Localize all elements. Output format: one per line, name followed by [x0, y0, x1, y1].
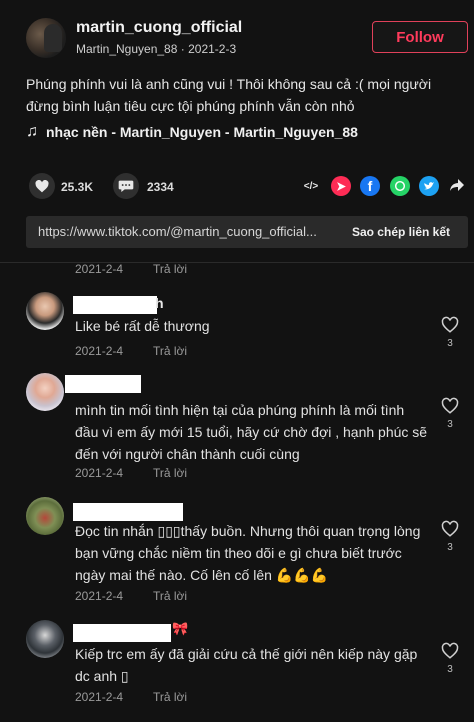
author-username[interactable]: martin_cuong_official [76, 19, 242, 37]
divider [0, 262, 474, 263]
meta-separator: · [180, 42, 185, 56]
commenter-avatar[interactable] [26, 497, 64, 535]
commenter-name-redacted[interactable] [73, 503, 183, 521]
music-note-icon: ♫ [26, 123, 38, 140]
comment-text: Like bé rất dễ thương [75, 318, 210, 334]
comment-icon [118, 180, 134, 192]
heart-icon[interactable] [441, 316, 459, 334]
reply-button[interactable]: Trả lời [153, 344, 187, 358]
post-date: 2021-2-3 [188, 42, 237, 56]
music-link[interactable]: ♫ nhạc nền - Martin_Nguyen - Martin_Nguy… [26, 123, 358, 141]
commenter-avatar[interactable] [26, 373, 64, 411]
post-meta: Martin_Nguyen_88 · 2021-2-3 [76, 42, 236, 56]
commenter-avatar[interactable] [26, 292, 64, 330]
comment-like-count: 3 [447, 542, 453, 553]
reply-button[interactable]: Trả lời [153, 466, 187, 480]
commenter-name-redacted[interactable] [73, 296, 157, 314]
reply-button[interactable]: Trả lời [153, 589, 187, 603]
author-nickname[interactable]: Martin_Nguyen_88 [76, 42, 177, 56]
comment-date: 2021-2-4 [75, 466, 124, 480]
share-arrow-icon[interactable] [449, 177, 465, 198]
comment-like-count: 3 [447, 338, 453, 349]
send-icon[interactable] [331, 176, 351, 196]
like-button[interactable] [29, 173, 55, 199]
comment-date: 2021-2-4 [75, 589, 124, 603]
commenter-name-redacted[interactable] [65, 375, 141, 393]
link-url-field[interactable]: https://www.tiktok.com/@martin_cuong_off… [38, 224, 330, 239]
commenter-name-suffix: 🎀 [172, 621, 189, 636]
music-title[interactable]: nhạc nền - Martin_Nguyen - Martin_Nguyen… [46, 124, 358, 140]
heart-icon [35, 179, 49, 192]
commenter-name-redacted[interactable] [73, 624, 171, 642]
twitter-icon[interactable] [419, 176, 439, 196]
comment-count: 2334 [147, 180, 174, 194]
comment-date: 2021-2-4 [75, 262, 124, 276]
heart-icon[interactable] [441, 642, 459, 660]
comment-date: 2021-2-4 [75, 344, 124, 358]
embed-icon[interactable]: </> [301, 176, 321, 196]
comment-like-count: 3 [447, 419, 453, 430]
commenter-name-suffix: h [155, 295, 164, 311]
comment-text: mình tin mối tình hiện tại của phúng phí… [75, 402, 428, 462]
copy-link-button[interactable]: Sao chép liên kết [334, 216, 468, 248]
comment-text: Kiếp trc em ấy đã giải cứu cả thế giới n… [75, 646, 418, 684]
follow-button[interactable]: Follow [372, 21, 468, 53]
heart-icon[interactable] [441, 520, 459, 538]
post-caption: Phúng phính vui là anh cũng vui ! Thôi k… [26, 76, 432, 114]
comment-button[interactable] [113, 173, 139, 199]
whatsapp-icon[interactable] [390, 176, 410, 196]
author-avatar[interactable] [26, 18, 66, 58]
heart-icon[interactable] [441, 397, 459, 415]
comment-like-count: 3 [447, 664, 453, 675]
like-count: 25.3K [61, 180, 94, 194]
commenter-avatar[interactable] [26, 620, 64, 658]
comment-text: Đọc tin nhắn ▯▯▯thấy buồn. Nhưng thôi qu… [75, 523, 421, 583]
reply-button[interactable]: Trả lời [153, 690, 187, 704]
facebook-icon[interactable]: f [360, 176, 380, 196]
reply-button[interactable]: Trả lời [153, 262, 187, 276]
comment-date: 2021-2-4 [75, 690, 124, 704]
